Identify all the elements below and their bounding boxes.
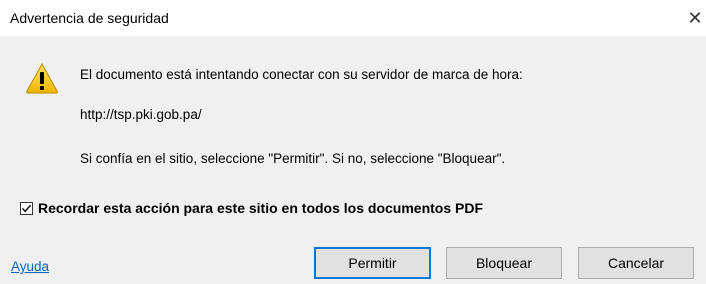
remember-checkbox-row[interactable]: Recordar esta acción para este sitio en … (20, 199, 483, 217)
server-url: http://tsp.pki.gob.pa/ (80, 107, 202, 122)
title-bar: Advertencia de seguridad ✕ (0, 0, 706, 36)
help-link[interactable]: Ayuda (11, 259, 49, 274)
allow-button[interactable]: Permitir (314, 247, 431, 279)
message-server: El documento está intentando conectar co… (80, 67, 523, 82)
remember-checkbox[interactable] (20, 201, 33, 215)
message-instructions: Si confía en el sitio, seleccione "Permi… (80, 151, 506, 166)
checkmark-icon (21, 204, 32, 212)
warning-icon (25, 62, 59, 94)
dialog-title: Advertencia de seguridad (10, 10, 169, 26)
close-icon[interactable]: ✕ (684, 6, 706, 30)
cancel-button[interactable]: Cancelar (578, 247, 694, 279)
remember-checkbox-label[interactable]: Recordar esta acción para este sitio en … (38, 200, 483, 216)
block-button[interactable]: Bloquear (446, 247, 562, 279)
